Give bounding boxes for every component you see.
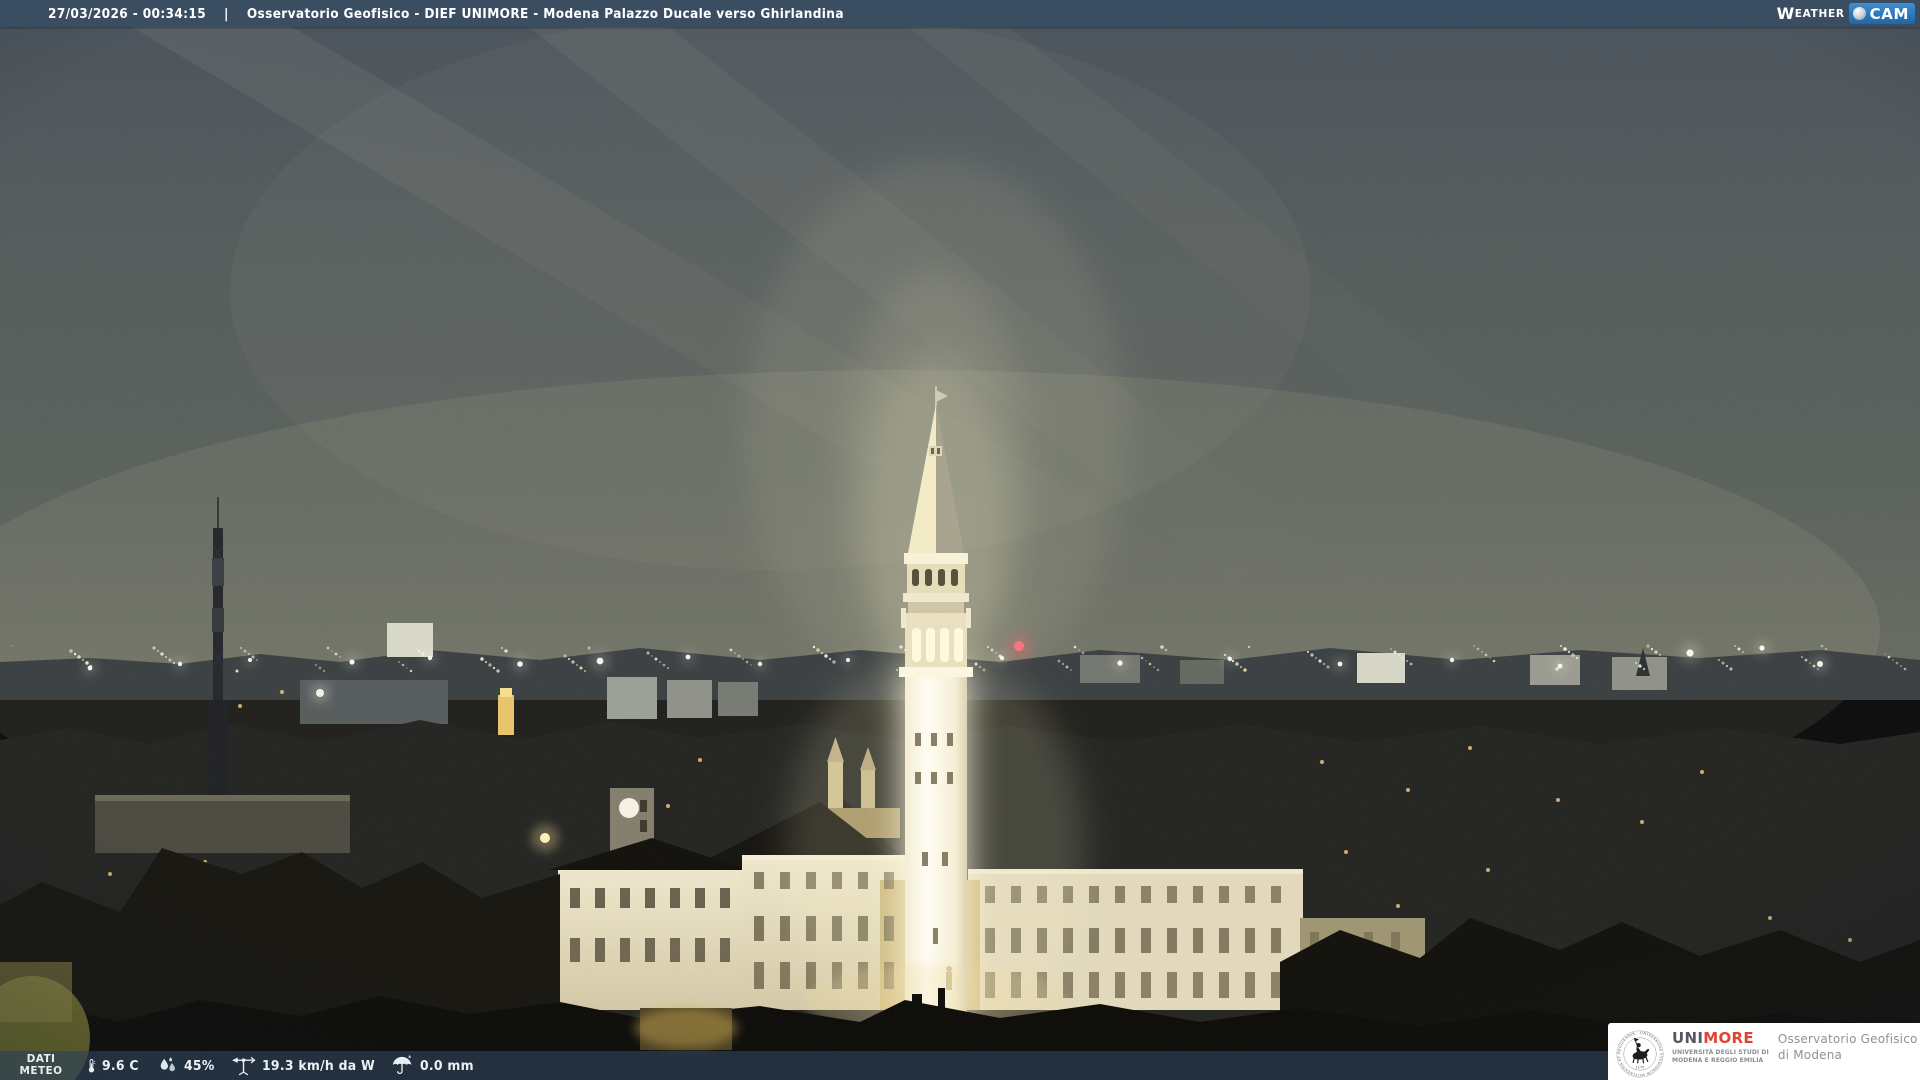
dati-meteo-label: DATI METEO [19,1052,63,1077]
weathercam-cam-badge: CAM [1848,3,1915,24]
unimore-wordmark: UNIMORE UNIVERSITÀ DEGLI STUDI DI MODENA… [1672,1031,1769,1065]
weathercam-cam-label: CAM [1869,4,1909,23]
university-line1: UNIVERSITÀ DEGLI STUDI DI [1672,1049,1769,1056]
thermometer-icon [84,1051,99,1080]
brand-uni: UNI [1672,1029,1704,1047]
weathercam-word-initial: W [1776,4,1795,23]
rain-value: 0.0 mm [420,1057,474,1074]
observatory-name: Osservatorio Geofisico di Modena [1777,1032,1918,1063]
timestamp: 27/03/2026 - 00:34:15 [48,5,207,22]
separator: | [224,5,229,22]
weathercam-logo: W EATHER CAM [1777,2,1915,25]
webcam-screenshot: 27/03/2026 - 00:34:15 | Osservatorio Geo… [0,0,1920,1080]
wind-value: 19.3 km/h da W [262,1057,376,1074]
unimore-credit-box: UNIVERSITAS STUDIORUM MUTINENSIS ET REGG… [1608,1023,1920,1080]
umbrella-icon [390,1051,414,1080]
weathercam-word-rest: EATHER [1794,7,1845,20]
wind-vane-icon [230,1051,257,1080]
humidity-icon [156,1051,179,1080]
vignette [0,0,1920,1080]
top-overlay-bar: 27/03/2026 - 00:34:15 | Osservatorio Geo… [0,0,1920,27]
globe-icon [1852,7,1866,20]
temperature-value: 9.6 C [102,1057,139,1074]
humidity-value: 45% [184,1057,215,1074]
webcam-scene [0,0,1920,1080]
seal-year: 1175 [1636,1065,1645,1069]
university-line2: MODENA E REGGIO EMILIA [1672,1056,1764,1064]
unimore-seal-icon: UNIVERSITAS STUDIORUM MUTINENSIS ET REGG… [1616,1030,1664,1078]
camera-title: Osservatorio Geofisico - DIEF UNIMORE - … [246,5,844,22]
brand-more: MORE [1703,1029,1754,1047]
